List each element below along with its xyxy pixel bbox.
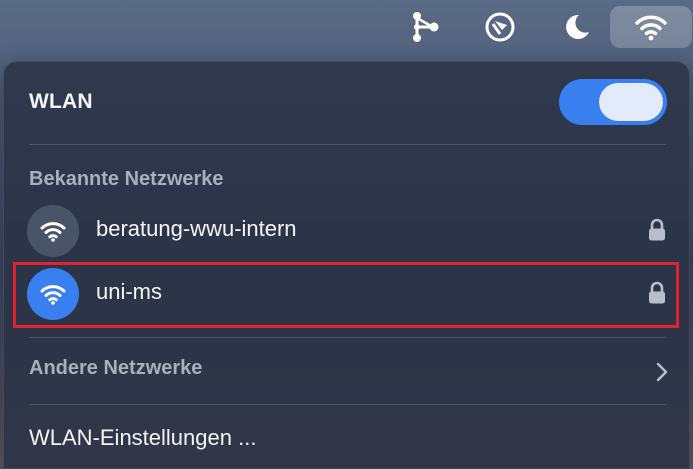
moon-icon[interactable] xyxy=(554,6,598,48)
wifi-panel: WLAN Bekannte Netzwerke beratung-wwu-int… xyxy=(3,61,690,469)
wifi-header: WLAN xyxy=(4,62,689,144)
divider xyxy=(29,404,666,405)
wifi-toggle[interactable] xyxy=(559,79,667,125)
known-networks-label: Bekannte Netzwerke xyxy=(29,168,224,190)
network-name: uni-ms xyxy=(96,279,163,304)
safari-compass-icon[interactable] xyxy=(478,6,522,48)
network-name: beratung-wwu-intern xyxy=(96,216,297,241)
wifi-icon xyxy=(27,268,79,320)
divider xyxy=(29,144,666,145)
other-networks-row[interactable]: Andere Netzwerke xyxy=(29,357,669,389)
menu-bar xyxy=(0,0,693,54)
lock-icon xyxy=(649,218,665,241)
wifi-title: WLAN xyxy=(29,90,93,113)
share-network-icon[interactable] xyxy=(402,6,446,48)
chevron-right-icon xyxy=(656,362,668,382)
toggle-knob xyxy=(599,83,663,121)
wifi-icon xyxy=(27,205,79,257)
network-row-uni-ms[interactable]: uni-ms xyxy=(22,262,670,320)
network-row-beratung-wwu-intern[interactable]: beratung-wwu-intern xyxy=(22,199,670,257)
wifi-settings-link[interactable]: WLAN-Einstellungen ... xyxy=(29,425,256,451)
lock-icon xyxy=(649,281,665,304)
wifi-icon[interactable] xyxy=(610,6,692,48)
divider xyxy=(29,337,666,338)
other-networks-label: Andere Netzwerke xyxy=(29,357,203,379)
